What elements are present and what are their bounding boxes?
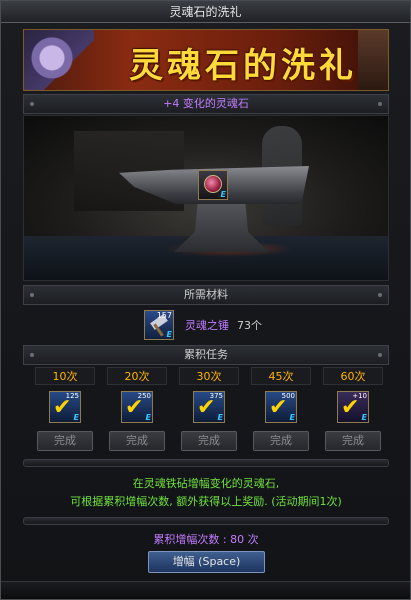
complete-button[interactable]: 完成 xyxy=(181,431,237,451)
window-title: 灵魂石的洗礼 xyxy=(1,1,410,23)
tasks-header-label: 累积任务 xyxy=(184,348,228,361)
complete-button[interactable]: 完成 xyxy=(37,431,93,451)
item-name-bar: +4 变化的灵魂石 xyxy=(23,94,389,114)
anvil-base xyxy=(174,202,269,252)
tasks-header: 累积任务 xyxy=(23,345,389,365)
task-label: 60次 xyxy=(323,367,383,385)
soul-stone-icon xyxy=(204,175,222,193)
checkmark-icon[interactable]: ✔ +10 E xyxy=(337,391,369,423)
material-slot[interactable]: 157 E xyxy=(144,310,174,340)
task-label: 10次 xyxy=(35,367,95,385)
task-label: 45次 xyxy=(251,367,311,385)
material-name: 灵魂之锤 xyxy=(185,319,229,332)
complete-button[interactable]: 完成 xyxy=(325,431,381,451)
task-label: 30次 xyxy=(179,367,239,385)
complete-button[interactable]: 完成 xyxy=(253,431,309,451)
complete-button[interactable]: 完成 xyxy=(109,431,165,451)
total-count: 累积增幅次数 : 80 次 xyxy=(153,533,259,546)
item-name: +4 变化的灵魂石 xyxy=(163,97,249,110)
window-footer xyxy=(1,581,410,599)
description: 在灵魂铁砧增幅变化的灵魂石, 可根据累积增幅次数, 额外获得以上奖励. (活动期… xyxy=(23,475,389,511)
anvil-scene: E xyxy=(23,115,389,281)
enhance-window: 灵魂石的洗礼 灵魂石的洗礼 +4 变化的灵魂石 E 所需材料 157 E 灵魂之… xyxy=(0,0,411,600)
description-line-1: 在灵魂铁砧增幅变化的灵魂石, xyxy=(132,477,280,490)
checkmark-icon[interactable]: ✔ 125 E xyxy=(49,391,81,423)
material-stack: 157 xyxy=(156,311,172,320)
materials-header-label: 所需材料 xyxy=(184,288,228,301)
materials-header: 所需材料 xyxy=(23,285,389,305)
task-list: 10次 ✔ 125 E 完成 20次 ✔ 250 E 完成 30次 ✔ 375 E 完成 4… xyxy=(23,367,389,457)
soul-stone-slot[interactable]: E xyxy=(198,170,228,200)
elf-portrait-icon xyxy=(24,30,94,90)
task-label: 20次 xyxy=(107,367,167,385)
event-banner: 灵魂石的洗礼 xyxy=(23,29,389,91)
banner-decoration xyxy=(358,30,388,90)
enhance-button[interactable]: 增幅 (Space) xyxy=(148,551,265,573)
checkmark-icon[interactable]: ✔ 500 E xyxy=(265,391,297,423)
banner-title: 灵魂石的洗礼 xyxy=(129,46,357,86)
description-line-2: 可根据累积增幅次数, 额外获得以上奖励. (活动期间1次) xyxy=(70,495,342,508)
checkmark-icon[interactable]: ✔ 375 E xyxy=(193,391,225,423)
divider xyxy=(23,459,389,467)
divider xyxy=(23,517,389,525)
checkmark-icon[interactable]: ✔ 250 E xyxy=(121,391,153,423)
material-quantity: 73个 xyxy=(237,319,262,332)
